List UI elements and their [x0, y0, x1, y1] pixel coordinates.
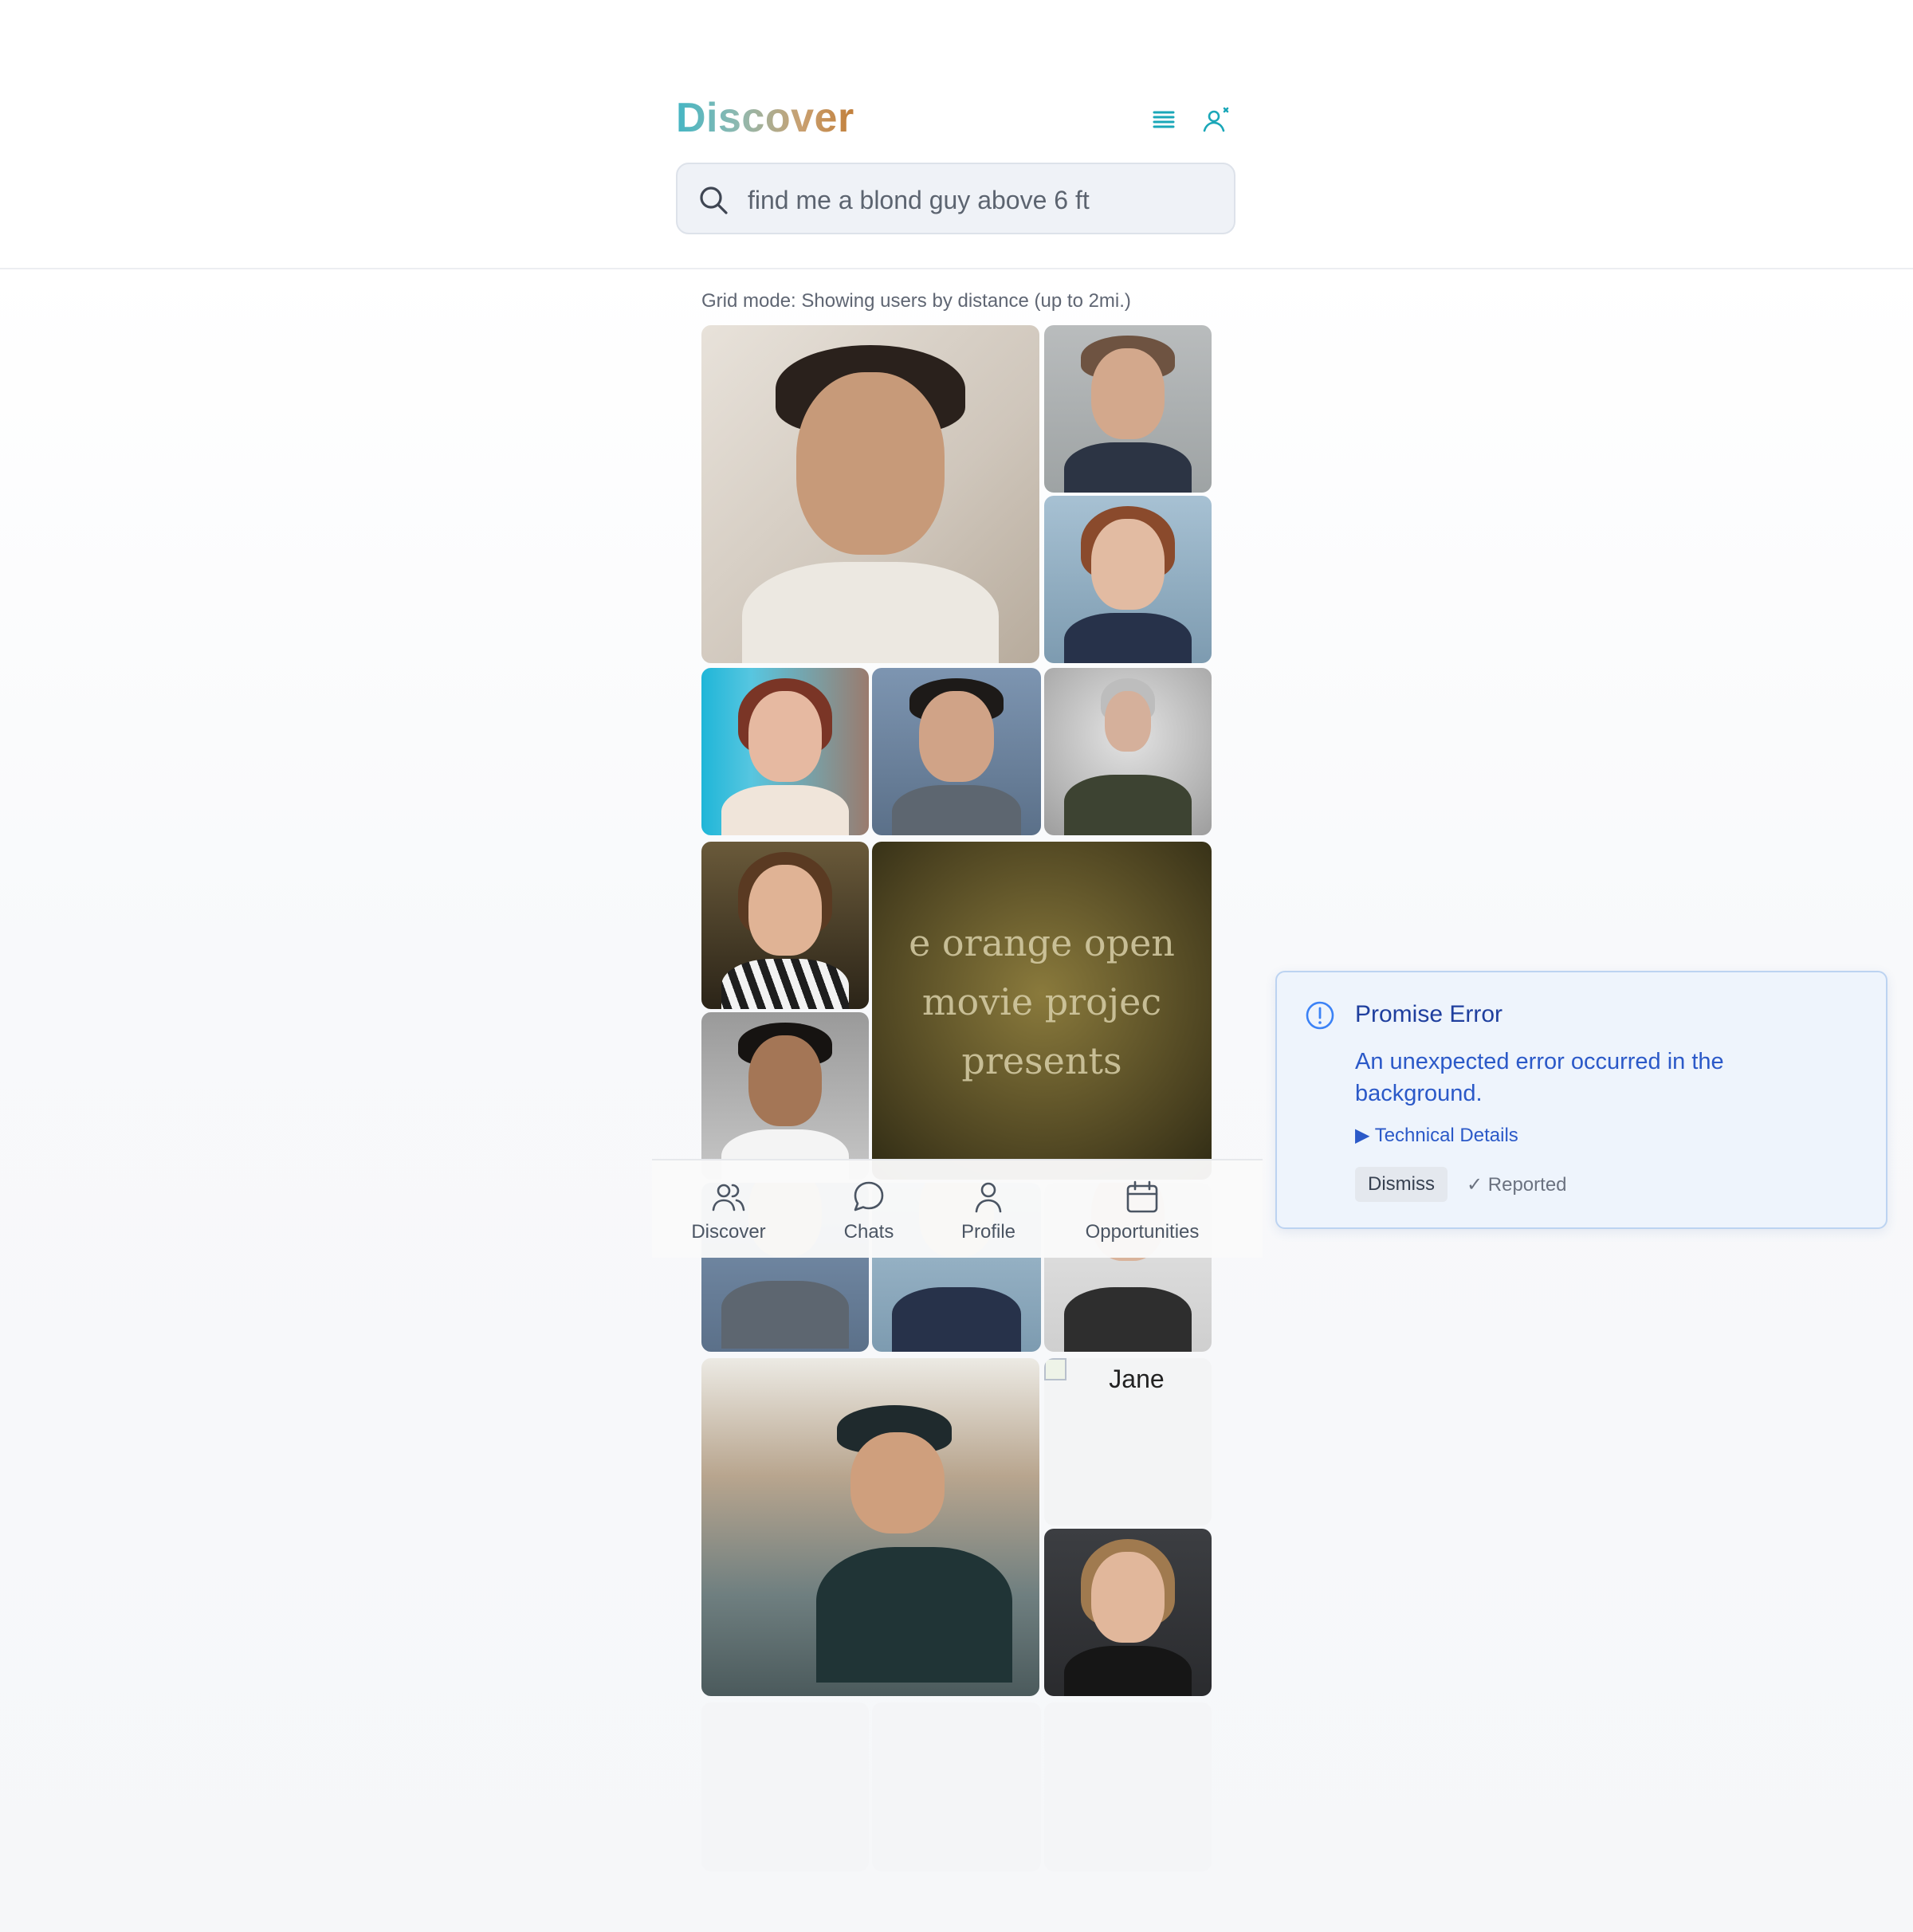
nav-item-opportunities[interactable]: Opportunities	[1074, 1160, 1210, 1258]
bottom-nav: Discover Chats Profile Opportunities	[652, 1159, 1263, 1258]
loading-placeholder	[701, 1702, 869, 1871]
triangle-right-icon: ▶	[1355, 1125, 1370, 1146]
page-title: Discover	[676, 95, 854, 141]
search-icon	[700, 187, 728, 214]
header: Discover	[0, 0, 1913, 269]
user-grid: e orange open movie projec presents Jane	[701, 325, 1212, 1871]
user-photo-tile[interactable]	[701, 1012, 869, 1180]
user-photo-tile[interactable]	[701, 668, 869, 835]
error-toast: Promise Error An unexpected error occurr…	[1275, 971, 1887, 1229]
user-photo-tile[interactable]	[701, 325, 1039, 663]
user-settings-icon[interactable]	[1200, 104, 1232, 135]
grid-status-text: Grid mode: Showing users by distance (up…	[701, 290, 1131, 312]
reported-status: ✓ Reported	[1467, 1174, 1567, 1196]
user-photo-tile[interactable]	[1044, 1529, 1212, 1696]
chat-bubble-icon	[854, 1181, 884, 1211]
user-photo-tile[interactable]	[872, 668, 1041, 835]
alert-circle-icon	[1306, 1001, 1334, 1030]
user-photo-tile[interactable]	[1044, 668, 1212, 835]
user-photo-tile[interactable]	[701, 1358, 1039, 1696]
user-photo-tile[interactable]	[1044, 496, 1212, 663]
image-alt-text: Jane	[1109, 1365, 1165, 1393]
user-photo-tile[interactable]	[1044, 325, 1212, 493]
user-icon	[975, 1182, 1002, 1213]
loading-placeholder	[872, 1702, 1041, 1871]
nav-item-chats[interactable]: Chats	[829, 1160, 909, 1258]
technical-details-toggle[interactable]: ▶ Technical Details	[1355, 1124, 1518, 1147]
list-icon[interactable]	[1148, 104, 1180, 135]
users-icon	[712, 1184, 745, 1211]
search-input[interactable]	[746, 177, 1220, 223]
broken-image-tile[interactable]: Jane	[1044, 1358, 1212, 1526]
loading-placeholder	[1044, 1702, 1212, 1871]
toast-title: Promise Error	[1355, 1001, 1503, 1027]
search-bar	[676, 163, 1235, 234]
user-photo-tile[interactable]	[701, 842, 869, 1009]
calendar-icon	[1126, 1180, 1158, 1213]
toast-message: An unexpected error occurred in the back…	[1355, 1049, 1724, 1106]
check-icon: ✓	[1467, 1174, 1483, 1196]
dismiss-button[interactable]: Dismiss	[1355, 1167, 1448, 1202]
poster-text: e orange open movie projec presents	[909, 921, 1175, 1082]
nav-item-profile[interactable]: Profile	[949, 1160, 1028, 1258]
nav-item-discover[interactable]: Discover	[681, 1160, 776, 1258]
video-poster-tile[interactable]: e orange open movie projec presents	[872, 842, 1212, 1180]
